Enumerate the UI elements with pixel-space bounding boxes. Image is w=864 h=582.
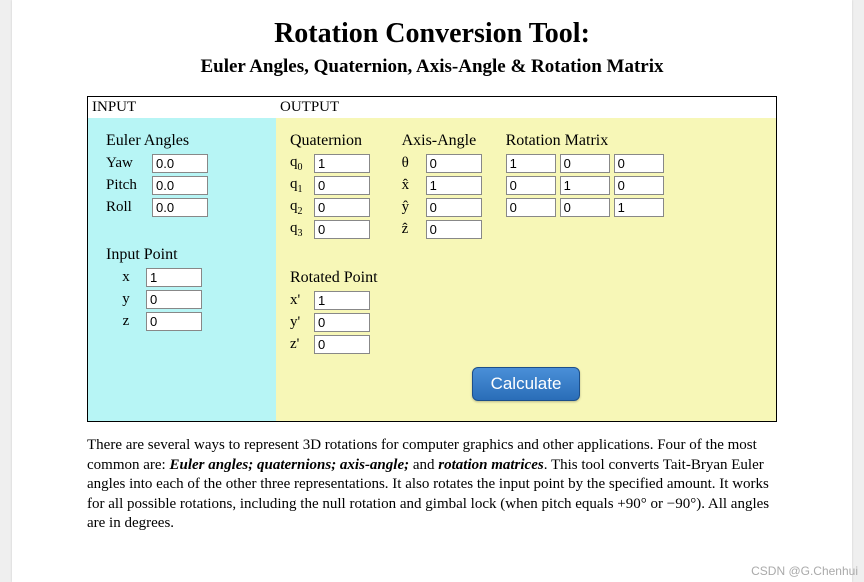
axis-z-output[interactable]	[426, 220, 482, 239]
matrix-r11[interactable]	[560, 176, 610, 195]
rotated-point-title: Rotated Point	[290, 269, 378, 287]
euler-title: Euler Angles	[106, 132, 266, 150]
axis-y-label: ŷ	[402, 199, 426, 216]
q3-label: q3	[290, 220, 314, 239]
rotation-matrix-section: Rotation Matrix	[506, 132, 664, 357]
rp-x-label: x'	[290, 292, 314, 309]
rp-z-output[interactable]	[314, 335, 370, 354]
point-y-label: y	[106, 291, 146, 308]
rp-y-output[interactable]	[314, 313, 370, 332]
matrix-r01[interactable]	[560, 154, 610, 173]
point-z-label: z	[106, 313, 146, 330]
axis-y-output[interactable]	[426, 198, 482, 217]
calculate-button[interactable]: Calculate	[472, 367, 581, 401]
matrix-r21[interactable]	[560, 198, 610, 217]
roll-label: Roll	[106, 199, 152, 216]
yaw-label: Yaw	[106, 155, 152, 172]
tool-container: INPUT OUTPUT Euler Angles Yaw Pitch Roll	[87, 96, 777, 422]
watermark: CSDN @G.Chenhui	[751, 564, 858, 578]
pitch-input[interactable]	[152, 176, 208, 195]
page-subtitle: Euler Angles, Quaternion, Axis-Angle & R…	[42, 56, 822, 78]
axis-x-output[interactable]	[426, 176, 482, 195]
description-text: There are several ways to represent 3D r…	[87, 436, 777, 534]
panel-headers: INPUT OUTPUT	[88, 97, 776, 118]
q0-output[interactable]	[314, 154, 370, 173]
q0-label: q0	[290, 154, 314, 173]
q3-output[interactable]	[314, 220, 370, 239]
point-z-input[interactable]	[146, 312, 202, 331]
page-title: Rotation Conversion Tool:	[42, 18, 822, 50]
output-header: OUTPUT	[276, 97, 776, 118]
roll-input[interactable]	[152, 198, 208, 217]
point-y-input[interactable]	[146, 290, 202, 309]
rp-z-label: z'	[290, 336, 314, 353]
pitch-label: Pitch	[106, 177, 152, 194]
input-header: INPUT	[88, 97, 276, 118]
theta-label: θ	[402, 155, 426, 172]
matrix-r22[interactable]	[614, 198, 664, 217]
rotated-point-section: Rotated Point x' y' z'	[290, 269, 378, 354]
point-x-input[interactable]	[146, 268, 202, 287]
page: Rotation Conversion Tool: Euler Angles, …	[12, 0, 852, 582]
matrix-r10[interactable]	[506, 176, 556, 195]
theta-output[interactable]	[426, 154, 482, 173]
axis-z-label: ẑ	[402, 221, 426, 238]
matrix-r02[interactable]	[614, 154, 664, 173]
quaternion-section: Quaternion q0 q1 q2	[290, 132, 378, 357]
axis-angle-section: Axis-Angle θ x̂ ŷ	[402, 132, 482, 357]
yaw-input[interactable]	[152, 154, 208, 173]
rotation-matrix-title: Rotation Matrix	[506, 132, 664, 150]
rp-y-label: y'	[290, 314, 314, 331]
axis-angle-title: Axis-Angle	[402, 132, 482, 150]
matrix-r12[interactable]	[614, 176, 664, 195]
matrix-r20[interactable]	[506, 198, 556, 217]
axis-x-label: x̂	[402, 177, 426, 194]
output-panel: Quaternion q0 q1 q2	[276, 118, 776, 421]
point-x-label: x	[106, 269, 146, 286]
matrix-r00[interactable]	[506, 154, 556, 173]
q1-label: q1	[290, 176, 314, 195]
input-point-title: Input Point	[106, 246, 266, 264]
quaternion-title: Quaternion	[290, 132, 378, 150]
q2-output[interactable]	[314, 198, 370, 217]
rp-x-output[interactable]	[314, 291, 370, 310]
input-panel: Euler Angles Yaw Pitch Roll Input Point …	[88, 118, 276, 421]
q2-label: q2	[290, 198, 314, 217]
calculate-wrap: Calculate	[290, 357, 762, 413]
q1-output[interactable]	[314, 176, 370, 195]
